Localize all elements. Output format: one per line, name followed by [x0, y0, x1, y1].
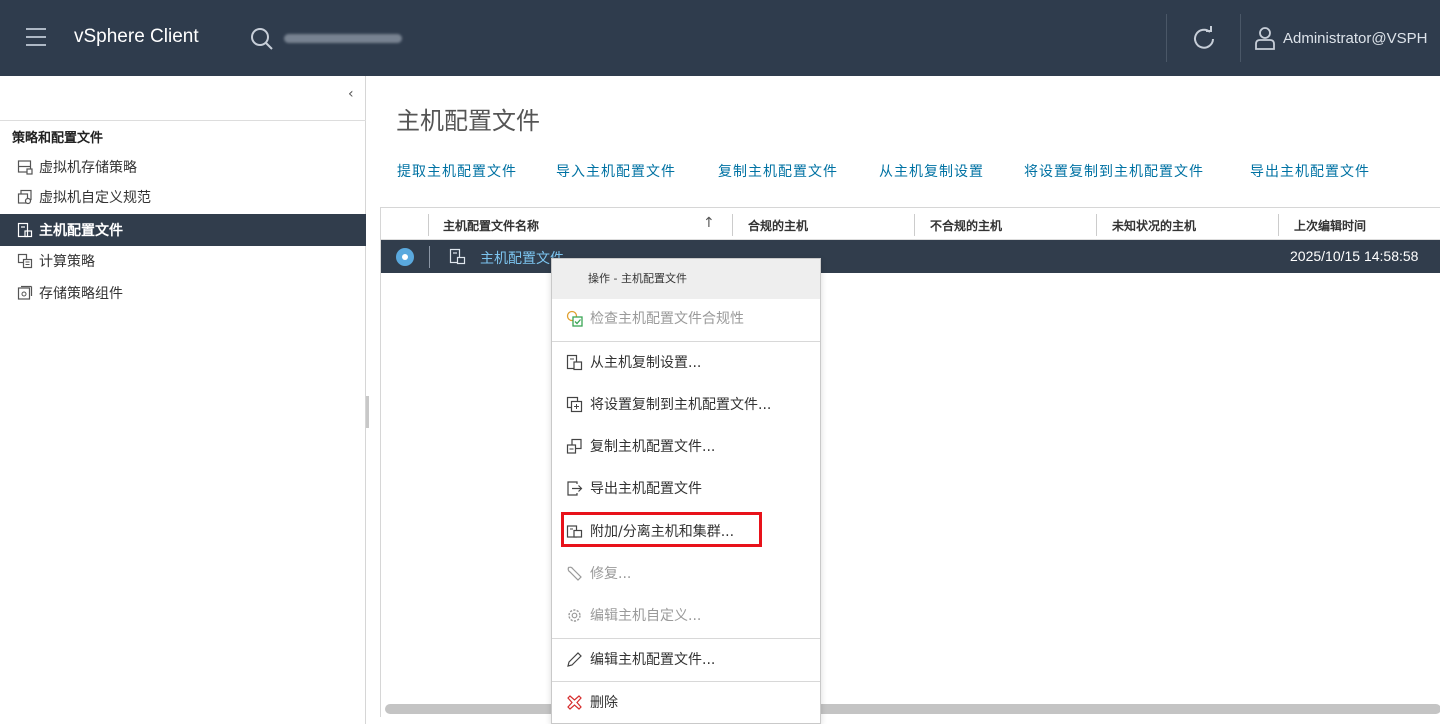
- sidebar-item-host-profiles[interactable]: 主机配置文件: [0, 214, 366, 246]
- column-header-unknown[interactable]: 未知状况的主机: [1112, 217, 1196, 234]
- menu-item-copy-settings-from-host[interactable]: 从主机复制设置...: [566, 352, 701, 372]
- menu-item-copy-settings-to-profile[interactable]: 将设置复制到主机配置文件...: [566, 394, 771, 414]
- import-host-profile-button[interactable]: 导入主机配置文件: [556, 161, 676, 181]
- copy-to-profile-icon: [566, 396, 583, 413]
- menu-item-label: 编辑主机自定义...: [590, 608, 702, 624]
- sort-ascending-icon[interactable]: ↑: [703, 215, 715, 231]
- menu-item-check-compliance[interactable]: 检查主机配置文件合规性: [566, 308, 744, 328]
- menu-item-edit-host-customizations[interactable]: 编辑主机自定义...: [566, 605, 701, 625]
- horizontal-scrollbar[interactable]: [385, 704, 1440, 714]
- wrench-icon: [566, 565, 583, 582]
- collapse-sidebar-icon[interactable]: ‹: [348, 86, 360, 102]
- menu-item-label: 检查主机配置文件合规性: [590, 311, 744, 327]
- copy-from-host-icon: [566, 354, 583, 371]
- duplicate-profile-icon: [566, 438, 583, 455]
- highlight-box: [561, 512, 762, 547]
- menu-item-export-host-profile[interactable]: 导出主机配置文件: [566, 478, 702, 498]
- sidebar-resize-handle[interactable]: [366, 396, 369, 428]
- page-title: 主机配置文件: [396, 107, 540, 135]
- export-icon: [566, 480, 583, 497]
- column-header-last-edited[interactable]: 上次编辑时间: [1294, 217, 1366, 234]
- duplicate-host-profile-button[interactable]: 复制主机配置文件: [718, 161, 838, 181]
- storage-policy-icon: [17, 159, 33, 175]
- sidebar-item-vm-customization[interactable]: 虚拟机自定义规范: [0, 182, 366, 212]
- divider: [0, 120, 366, 121]
- app-title[interactable]: vSphere Client: [74, 26, 199, 48]
- column-separator[interactable]: [1278, 214, 1279, 236]
- hamburger-icon[interactable]: [26, 28, 46, 46]
- column-header-name[interactable]: 主机配置文件名称: [443, 217, 539, 234]
- sidebar-item-label: 虚拟机存储策略: [39, 160, 137, 176]
- header-divider: [1240, 14, 1241, 62]
- menu-item-label: 删除: [590, 695, 618, 711]
- header-divider: [1166, 14, 1167, 62]
- column-separator[interactable]: [732, 214, 733, 236]
- copy-settings-to-profile-button[interactable]: 将设置复制到主机配置文件: [1024, 161, 1204, 181]
- extract-host-profile-button[interactable]: 提取主机配置文件: [397, 161, 517, 181]
- sidebar-item-label: 存储策略组件: [39, 286, 123, 302]
- export-host-profile-button[interactable]: 导出主机配置文件: [1250, 161, 1370, 181]
- menu-item-label: 从主机复制设置...: [590, 355, 702, 371]
- table-row[interactable]: 主机配置文件 2025/10/15 14:58:58: [381, 240, 1440, 273]
- vm-customization-icon: [17, 189, 33, 205]
- storage-component-icon: [17, 285, 33, 301]
- menu-item-label: 复制主机配置文件...: [590, 439, 716, 455]
- column-separator[interactable]: [1096, 214, 1097, 236]
- user-icon[interactable]: [1254, 26, 1276, 50]
- menu-item-remediate[interactable]: 修复...: [566, 563, 631, 583]
- search-input[interactable]: [284, 34, 402, 43]
- host-profile-icon: [449, 248, 466, 265]
- menu-item-duplicate-host-profile[interactable]: 复制主机配置文件...: [566, 436, 715, 456]
- top-header: vSphere Client Administrator@VSPH: [0, 0, 1440, 76]
- user-menu[interactable]: Administrator@VSPH: [1283, 30, 1427, 47]
- menu-divider: [552, 341, 820, 342]
- column-header-compliant[interactable]: 合规的主机: [748, 217, 808, 234]
- menu-divider: [552, 638, 820, 639]
- sidebar-item-label: 虚拟机自定义规范: [39, 190, 151, 206]
- sidebar-section-title: 策略和配置文件: [12, 131, 104, 146]
- column-header-noncompliant[interactable]: 不合规的主机: [930, 217, 1002, 234]
- sidebar-item-storage-policy-components[interactable]: 存储策略组件: [0, 278, 366, 308]
- menu-item-label: 将设置复制到主机配置文件...: [590, 397, 772, 413]
- menu-divider: [552, 681, 820, 682]
- delete-icon: [566, 694, 583, 711]
- last-edited-cell: 2025/10/15 14:58:58: [1290, 248, 1419, 264]
- compute-policy-icon: [17, 253, 33, 269]
- check-compliance-icon: [566, 310, 583, 327]
- search-icon[interactable]: [250, 27, 274, 51]
- copy-settings-from-host-button[interactable]: 从主机复制设置: [879, 161, 984, 181]
- gear-icon: [566, 607, 583, 624]
- sidebar-item-compute-policies[interactable]: 计算策略: [0, 246, 366, 276]
- context-menu: 操作 - 主机配置文件 检查主机配置文件合规性 从主机复制设置... 将设置复制…: [551, 258, 821, 724]
- sidebar-item-label: 计算策略: [39, 254, 95, 270]
- menu-item-label: 导出主机配置文件: [590, 481, 702, 497]
- sidebar-item-vm-storage-policy[interactable]: 虚拟机存储策略: [0, 152, 366, 182]
- refresh-icon[interactable]: [1190, 25, 1218, 53]
- column-separator: [429, 246, 430, 268]
- table-header: 主机配置文件名称 ↑ 合规的主机 不合规的主机 未知状况的主机 上次编辑时间: [381, 208, 1440, 240]
- menu-item-delete[interactable]: 删除: [566, 692, 618, 712]
- sidebar-item-label: 主机配置文件: [39, 223, 123, 239]
- host-profile-icon: [17, 222, 33, 238]
- pencil-icon: [566, 651, 583, 668]
- row-select-radio[interactable]: [396, 248, 414, 266]
- context-menu-title: 操作 - 主机配置文件: [552, 259, 820, 299]
- menu-item-label: 修复...: [590, 566, 632, 582]
- column-separator[interactable]: [914, 214, 915, 236]
- column-separator: [428, 214, 429, 236]
- menu-item-label: 编辑主机配置文件...: [590, 652, 716, 668]
- host-profiles-table: 主机配置文件名称 ↑ 合规的主机 不合规的主机 未知状况的主机 上次编辑时间 主…: [380, 207, 1440, 717]
- menu-item-edit-host-profile[interactable]: 编辑主机配置文件...: [566, 649, 715, 669]
